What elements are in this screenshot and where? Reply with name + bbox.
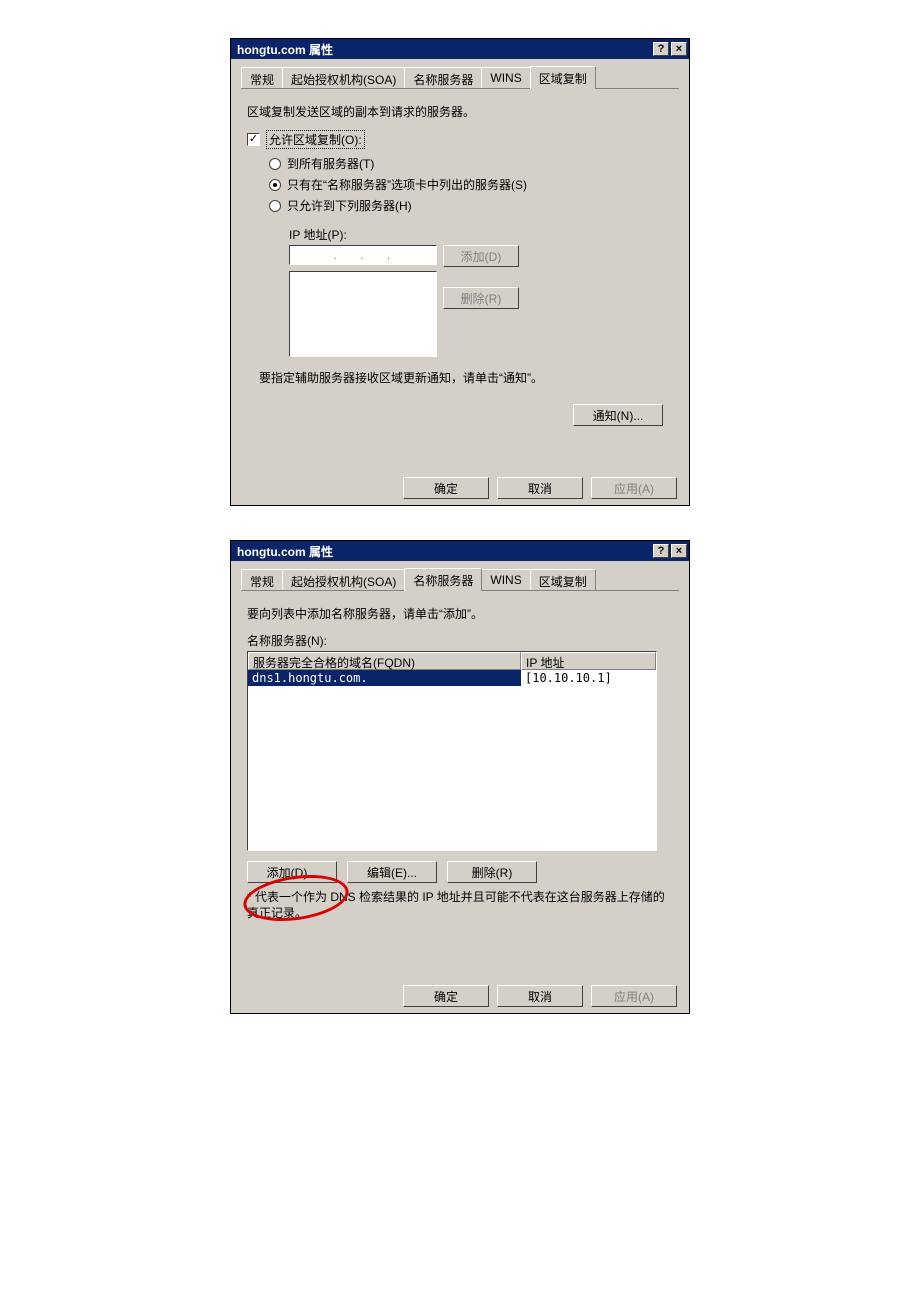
dialog-footer: 确定 取消 应用(A) [231,985,689,1007]
nameservers-dialog: hongtu.com 属性 ? × 常规 起始授权机构(SOA) 名称服务器 W… [230,540,690,1014]
tab-general[interactable]: 常规 [241,67,283,88]
ns-row[interactable]: dns1.hongtu.com. [10.10.10.1] [248,670,656,686]
add-ns-button[interactable]: 添加(D)... [247,861,337,883]
radio-all-servers[interactable] [269,158,281,170]
radio-listed-only[interactable] [269,200,281,212]
ns-row-fqdn: dns1.hongtu.com. [248,670,521,686]
titlebar[interactable]: hongtu.com 属性 ? × [231,39,689,59]
radio-all-servers-label: 到所有服务器(T) [287,155,374,172]
col-fqdn[interactable]: 服务器完全合格的域名(FQDN) [248,652,521,670]
titlebar[interactable]: hongtu.com 属性 ? × [231,541,689,561]
radio-listed-only-label: 只允许到下列服务器(H) [287,197,412,214]
tab-general[interactable]: 常规 [241,569,283,590]
zone-transfer-dialog: hongtu.com 属性 ? × 常规 起始授权机构(SOA) 名称服务器 W… [230,38,690,506]
tab-zone-transfer[interactable]: 区域复制 [530,66,596,89]
apply-button[interactable]: 应用(A) [591,985,677,1007]
tab-nameservers[interactable]: 名称服务器 [404,568,482,591]
notify-note: 要指定辅助服务器接收区域更新通知，请单击“通知”。 [259,369,673,386]
tab-soa[interactable]: 起始授权机构(SOA) [282,569,405,590]
help-icon[interactable]: ? [653,42,669,56]
notify-button[interactable]: 通知(N)... [573,404,663,426]
ns-row-ip: [10.10.10.1] [521,670,656,686]
tab-zone-transfer[interactable]: 区域复制 [530,569,596,590]
ip-list[interactable] [289,271,437,357]
tab-nameservers[interactable]: 名称服务器 [404,67,482,88]
dialog-footer: 确定 取消 应用(A) [231,477,689,499]
ip-address-input[interactable]: . . . [289,245,437,265]
allow-transfer-checkbox[interactable]: ✓ [247,133,260,146]
ok-button[interactable]: 确定 [403,477,489,499]
ns-list-label: 名称服务器(N): [247,632,673,649]
tab-soa[interactable]: 起始授权机构(SOA) [282,67,405,88]
tab-row: 常规 起始授权机构(SOA) 名称服务器 WINS 区域复制 [241,67,679,89]
cancel-button[interactable]: 取消 [497,985,583,1007]
add-ip-button[interactable]: 添加(D) [443,245,519,267]
tab-row: 常规 起始授权机构(SOA) 名称服务器 WINS 区域复制 [241,569,679,591]
edit-ns-button[interactable]: 编辑(E)... [347,861,437,883]
ok-button[interactable]: 确定 [403,985,489,1007]
ns-footnote: * 代表一个作为 DNS 检索结果的 IP 地址并且可能不代表在这台服务器上存储… [247,889,673,921]
allow-transfer-label: 允许区域复制(O): [266,130,365,149]
col-ip[interactable]: IP 地址 [521,652,656,670]
apply-button[interactable]: 应用(A) [591,477,677,499]
remove-ip-button[interactable]: 删除(R) [443,287,519,309]
radio-ns-only[interactable] [269,179,281,191]
ns-list-header: 服务器完全合格的域名(FQDN) IP 地址 [248,652,656,670]
window-title: hongtu.com 属性 [237,543,651,560]
tab-wins[interactable]: WINS [481,67,530,88]
ns-list[interactable]: 服务器完全合格的域名(FQDN) IP 地址 dns1.hongtu.com. … [247,651,657,851]
ip-address-label: IP 地址(P): [289,226,673,243]
zone-transfer-desc: 区域复制发送区域的副本到请求的服务器。 [247,103,673,120]
window-title: hongtu.com 属性 [237,41,651,58]
ns-desc: 要向列表中添加名称服务器，请单击“添加”。 [247,605,673,622]
cancel-button[interactable]: 取消 [497,477,583,499]
close-icon[interactable]: × [671,42,687,56]
help-icon[interactable]: ? [653,544,669,558]
remove-ns-button[interactable]: 删除(R) [447,861,537,883]
radio-ns-only-label: 只有在“名称服务器”选项卡中列出的服务器(S) [287,176,527,193]
close-icon[interactable]: × [671,544,687,558]
tab-wins[interactable]: WINS [481,569,530,590]
